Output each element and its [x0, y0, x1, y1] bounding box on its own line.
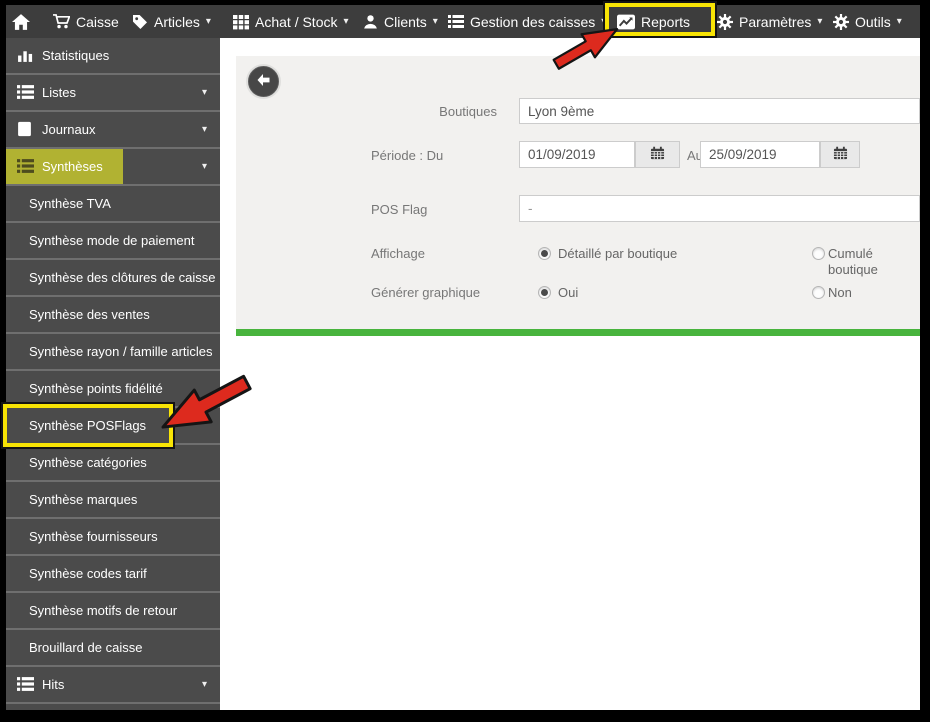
green-progress-bar — [236, 329, 920, 336]
chevron-down-icon: ▾ — [201, 161, 207, 172]
radio-detaille-par-boutique[interactable] — [538, 247, 551, 260]
nav-label: Achat / Stock — [255, 13, 338, 30]
periode-label: Période : Du — [371, 148, 444, 163]
nav-label: Clients — [384, 13, 427, 30]
chevron-down-icon: ▾ — [201, 124, 207, 135]
arrow-left-icon — [256, 73, 271, 90]
sidebar-item-partial — [6, 704, 220, 710]
date-from-input[interactable] — [519, 141, 635, 168]
list-icon — [448, 14, 464, 29]
nav-caisse[interactable]: Caisse — [53, 5, 119, 38]
sidebar-item-syntheses[interactable]: Synthèses ▾ — [6, 149, 220, 186]
radio-oui[interactable] — [538, 286, 551, 299]
boutiques-input[interactable] — [519, 98, 920, 124]
chevron-down-icon: ▾ — [601, 15, 607, 27]
date-to-input[interactable] — [700, 141, 820, 168]
back-button[interactable] — [248, 66, 279, 97]
nav-label: Paramètres — [739, 13, 812, 30]
file-icon — [17, 121, 34, 138]
list-icon — [17, 84, 34, 101]
chevron-down-icon: ▾ — [432, 15, 438, 27]
user-icon — [363, 14, 378, 29]
bar-chart-icon — [17, 47, 34, 64]
chevron-down-icon: ▾ — [343, 15, 349, 27]
grid-icon — [233, 14, 249, 30]
sidebar-item-statistiques[interactable]: Statistiques — [6, 38, 220, 75]
chevron-down-icon: ▾ — [201, 87, 207, 98]
nav-gestion-caisses[interactable]: Gestion des caisses ▾ — [448, 5, 606, 38]
list-icon — [17, 158, 34, 175]
sidebar-item-synthese-marques[interactable]: Synthèse marques — [6, 482, 220, 519]
tag-icon — [132, 14, 148, 30]
nav-label: Caisse — [76, 13, 119, 30]
list-icon — [17, 676, 34, 693]
sidebar-item-synthese-categories[interactable]: Synthèse catégories — [6, 445, 220, 482]
radio-label: Cumulé boutique — [828, 246, 878, 277]
nav-achat-stock[interactable]: Achat / Stock ▾ — [233, 5, 349, 38]
nav-label: Articles — [154, 13, 200, 30]
nav-label: Outils — [855, 13, 891, 30]
sidebar-item-synthese-mode-paiement[interactable]: Synthèse mode de paiement — [6, 223, 220, 260]
sidebar-item-synthese-codes-tarif[interactable]: Synthèse codes tarif — [6, 556, 220, 593]
nav-label: Gestion des caisses — [470, 13, 596, 30]
radio-non[interactable] — [812, 286, 825, 299]
sidebar-item-synthese-points-fidelite[interactable]: Synthèse points fidélité — [6, 371, 220, 408]
nav-articles[interactable]: Articles ▾ — [132, 5, 211, 38]
radio-label: Non — [828, 285, 852, 300]
date-to-calendar-button[interactable] — [820, 141, 860, 168]
affichage-label: Affichage — [371, 246, 425, 261]
chevron-down-icon: ▾ — [205, 15, 211, 27]
date-from-calendar-button[interactable] — [635, 141, 680, 168]
main-content: Boutiques Période : Du Au POS Flag Affic… — [220, 38, 920, 710]
sidebar-item-synthese-tva[interactable]: Synthèse TVA — [6, 186, 220, 223]
nav-outils[interactable]: Outils ▾ — [833, 5, 902, 38]
posflag-label: POS Flag — [371, 202, 428, 217]
sidebar: Statistiques Listes ▾ Journaux ▾ Synthès… — [6, 38, 220, 710]
nav-reports[interactable]: Reports — [617, 5, 690, 38]
nav-clients[interactable]: Clients ▾ — [363, 5, 438, 38]
shopping-cart-icon — [53, 14, 70, 29]
nav-label: Reports — [641, 13, 691, 30]
home-icon — [12, 13, 30, 30]
sidebar-item-journaux[interactable]: Journaux ▾ — [6, 112, 220, 149]
sidebar-item-synthese-fournisseurs[interactable]: Synthèse fournisseurs — [6, 519, 220, 556]
gear-icon — [717, 13, 733, 30]
calendar-icon — [650, 146, 665, 163]
posflag-input[interactable] — [519, 195, 920, 222]
generer-graphique-label: Générer graphique — [371, 285, 481, 300]
sidebar-item-synthese-clotures[interactable]: Synthèse des clôtures de caisse — [6, 260, 220, 297]
boutiques-label: Boutiques — [439, 104, 497, 119]
radio-cumule-boutique[interactable] — [812, 247, 825, 260]
chevron-down-icon: ▾ — [896, 15, 902, 27]
sidebar-item-hits[interactable]: Hits ▾ — [6, 667, 220, 704]
chevron-down-icon: ▾ — [201, 679, 207, 690]
sidebar-item-synthese-posflags[interactable]: Synthèse POSFlags — [6, 408, 220, 445]
sidebar-item-brouillard-caisse[interactable]: Brouillard de caisse — [6, 630, 220, 667]
gear-icon — [833, 13, 849, 30]
radio-label: Détaillé par boutique — [558, 246, 678, 261]
nav-home[interactable] — [12, 5, 30, 38]
line-chart-icon — [617, 14, 635, 30]
sidebar-item-synthese-rayon-famille[interactable]: Synthèse rayon / famille articles — [6, 334, 220, 371]
nav-parametres[interactable]: Paramètres ▾ — [717, 5, 822, 38]
sidebar-item-synthese-ventes[interactable]: Synthèse des ventes — [6, 297, 220, 334]
top-nav: Caisse Articles ▾ Achat / Stock ▾ Client… — [6, 5, 920, 38]
chevron-down-icon: ▾ — [817, 15, 823, 27]
sidebar-item-listes[interactable]: Listes ▾ — [6, 75, 220, 112]
radio-label: Oui — [558, 285, 579, 300]
sidebar-item-synthese-motifs-retour[interactable]: Synthèse motifs de retour — [6, 593, 220, 630]
calendar-icon — [833, 146, 848, 163]
